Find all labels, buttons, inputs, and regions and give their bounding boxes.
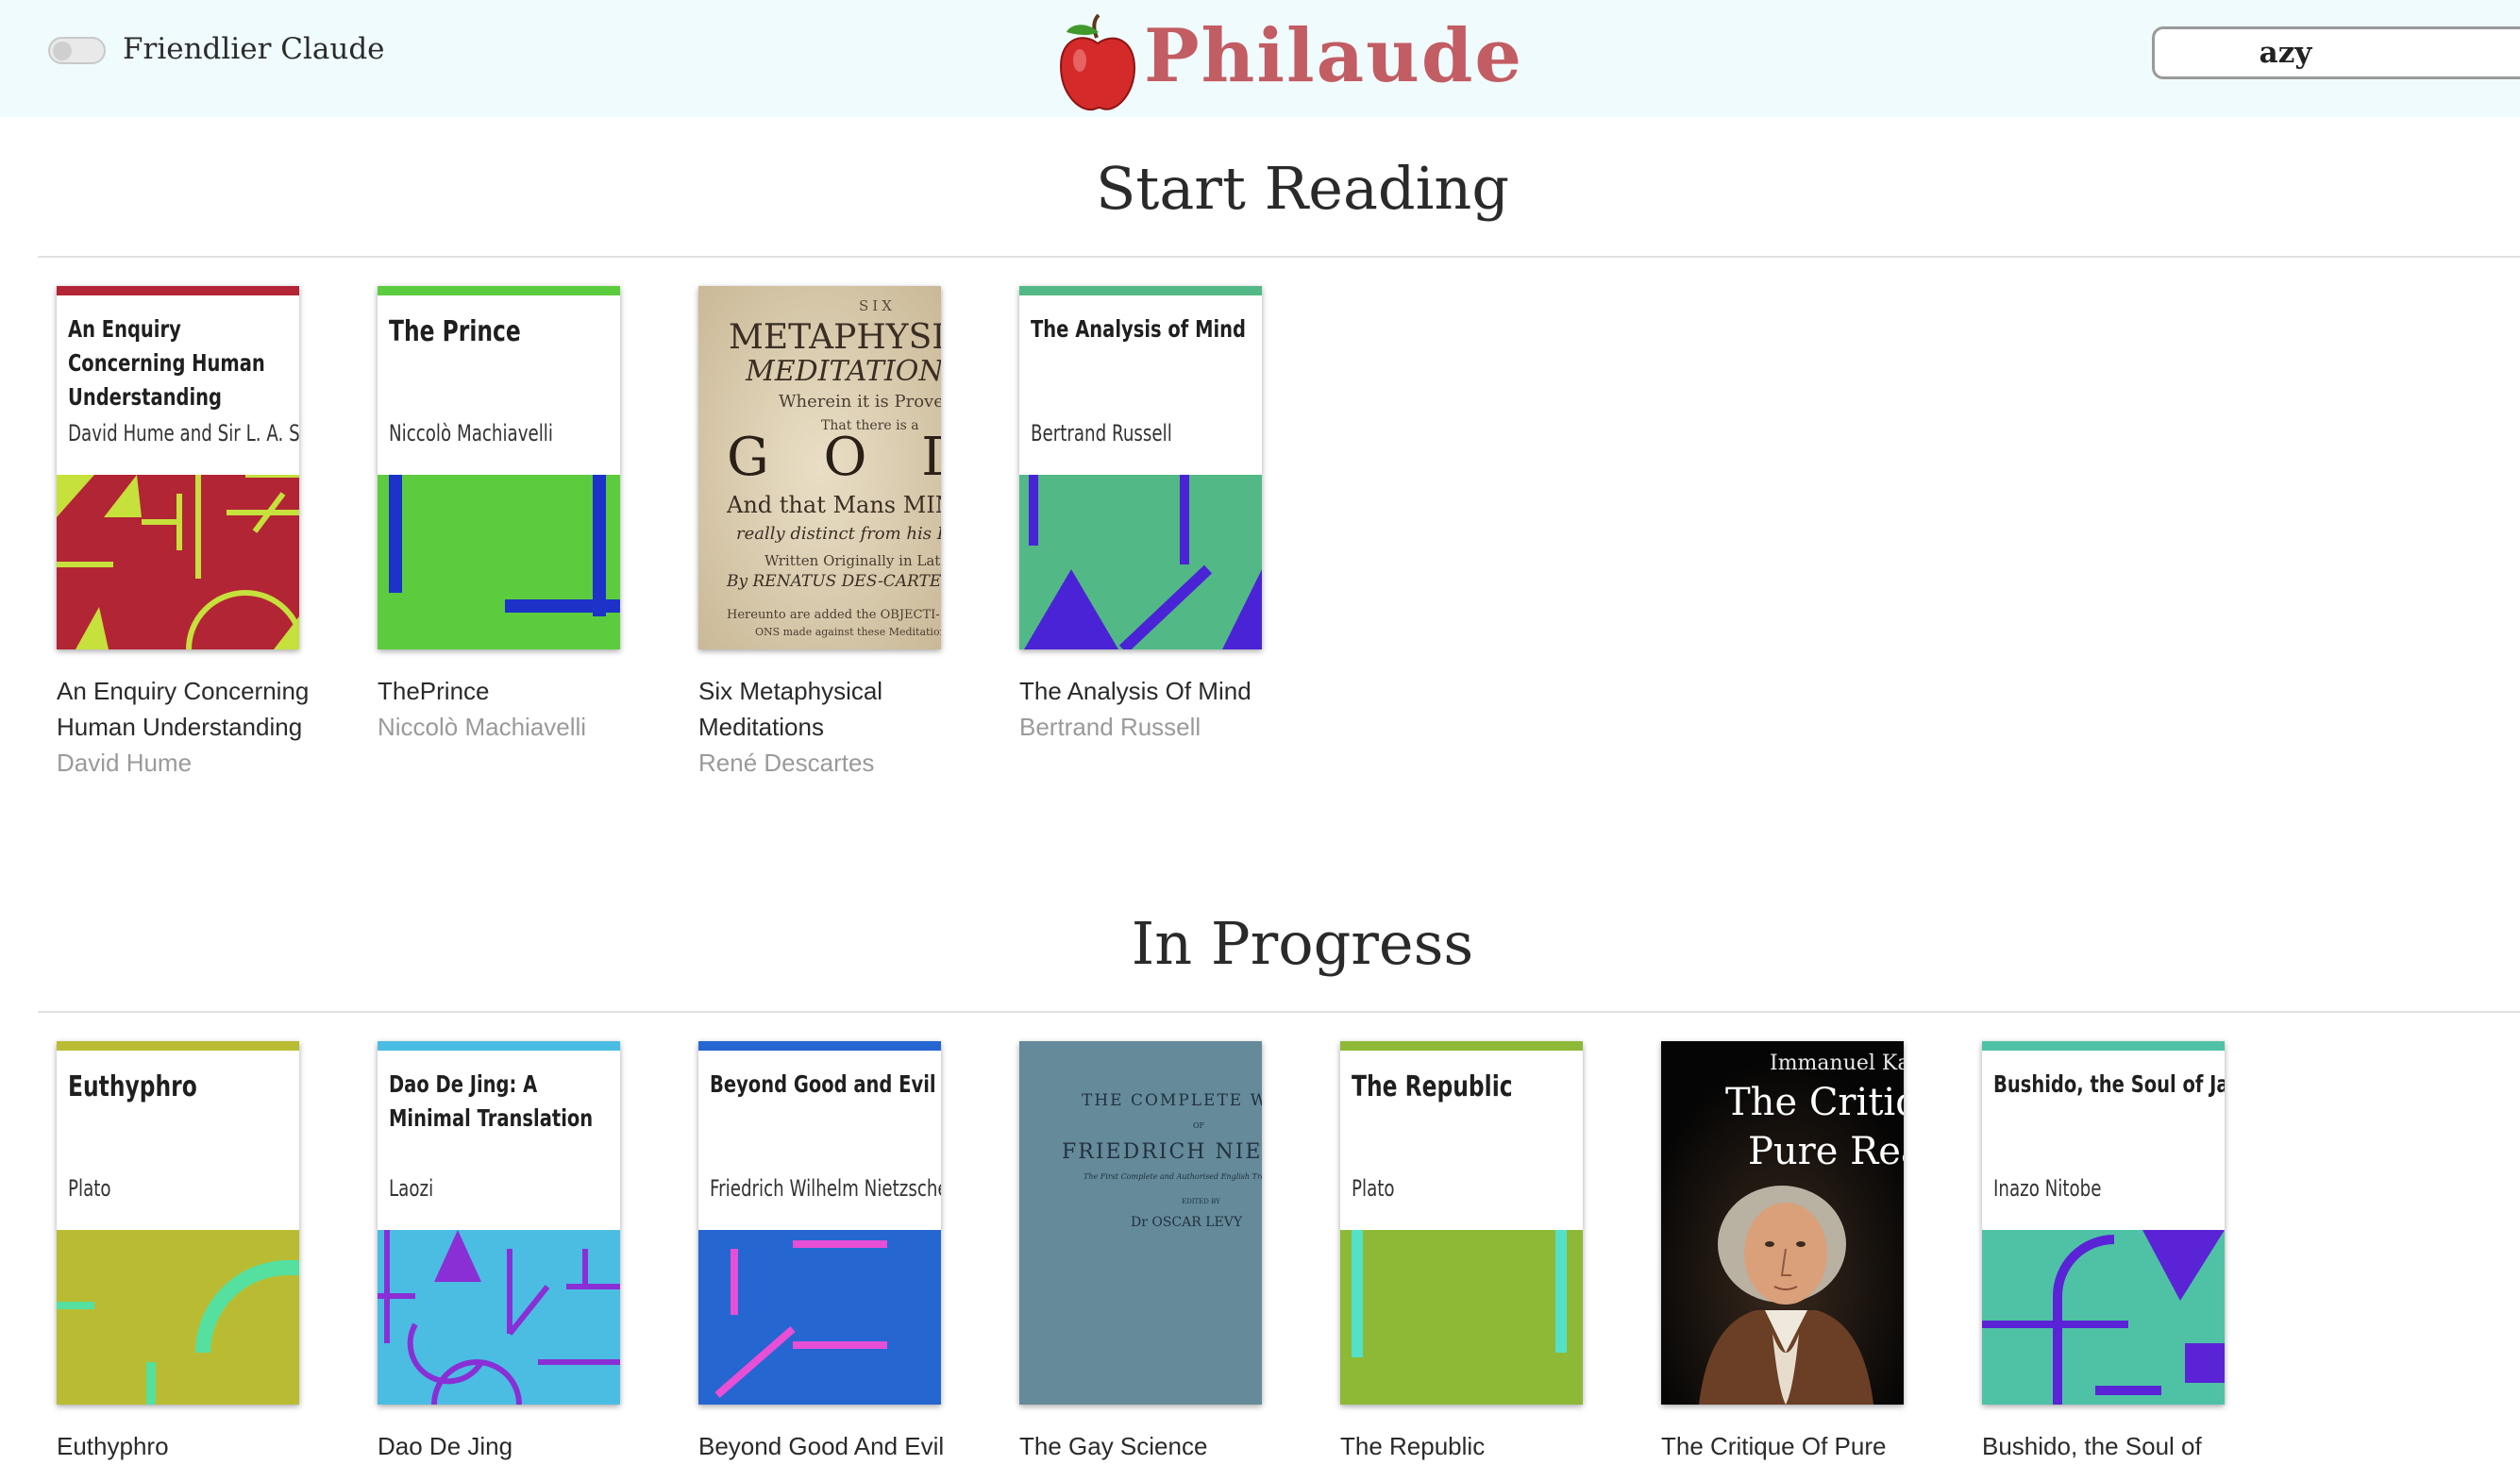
cover-line: Pure Reason (1748, 1130, 1904, 1173)
book-title[interactable]: The Critique Of Pure (1661, 1428, 1935, 1464)
cover-scan: THE COMPLETE WORKS OF FRIEDRICH NIETZSCH… (1019, 1041, 1262, 1405)
book-title[interactable]: Bushido, the Soul of (1982, 1428, 2256, 1464)
cover-line: Hereunto are added the OBJECTI- (727, 608, 940, 622)
cover-line: THE COMPLETE WORKS (1082, 1091, 1262, 1110)
cover-title: An Enquiry Concerning Human Understandin… (68, 315, 265, 411)
book-cover[interactable]: The Analysis of Mind Bertrand Russell (1019, 286, 1262, 649)
cover-line: METAPHYSICAL (729, 318, 941, 357)
cover-author: Friedrich Wilhelm Nietzsche (710, 1175, 941, 1202)
book-title[interactable]: The Republic (1340, 1428, 1614, 1464)
book-cover[interactable]: An Enquiry Concerning Human Understandin… (57, 286, 299, 649)
cover-line: G O D (727, 427, 941, 488)
cover-line: Immanuel Kant (1770, 1052, 1904, 1075)
cover-pattern (57, 1230, 299, 1405)
cover-pattern (378, 475, 620, 649)
toggle-label: Friendlier Claude (123, 32, 385, 66)
cover-title: The Analysis of Mind (1031, 315, 1247, 343)
cover-pattern (1019, 475, 1262, 649)
cover-title: Dao De Jing: A Minimal Translation (389, 1070, 594, 1132)
cover-scan: SIX METAPHYSICAL MEDITATIONS Wherein it … (698, 286, 941, 649)
book-cover[interactable]: Bushido, the Soul of Japan Inazo Nitobe (1982, 1041, 2225, 1405)
section-title-start-reading: Start Reading (1095, 154, 1510, 223)
cover-title: Beyond Good and Evil (710, 1070, 936, 1098)
book-cover[interactable]: Euthyphro Plato (57, 1041, 299, 1405)
cover-line: ONS made against these Meditations (755, 626, 941, 638)
search-input[interactable]: azy (2152, 26, 2520, 79)
cover-author: Laozi (389, 1175, 434, 1202)
book-title[interactable]: The Analysis Of Mind (1019, 673, 1293, 709)
section-divider (38, 1011, 2520, 1013)
cover-author: Inazo Nitobe (1993, 1175, 2102, 1202)
cover-line: The Critique of (1725, 1081, 1904, 1124)
book-title[interactable]: Euthyphro (57, 1428, 330, 1464)
cover-portrait: Immanuel Kant The Critique of Pure Reaso… (1661, 1041, 1904, 1405)
cover-title: Bushido, the Soul of Japan (1993, 1070, 2225, 1098)
book-cover[interactable]: Immanuel Kant The Critique of Pure Reaso… (1661, 1041, 1904, 1405)
cover-title: Euthyphro (68, 1070, 197, 1103)
cover-author: Niccolò Machiavelli (389, 420, 553, 446)
cover-line: MEDITATIONS (745, 355, 941, 388)
cover-line: By RENATUS DES-CARTES (726, 572, 941, 591)
logo-text: Philaude (1144, 13, 1524, 99)
cover-title: The Prince (389, 315, 521, 348)
book-title[interactable]: Six Metaphysical Meditations (698, 673, 916, 745)
book-title[interactable]: The Gay Science (1019, 1428, 1293, 1464)
cover-line: OF (1193, 1121, 1205, 1130)
book-author: Bertrand Russell (1019, 713, 1201, 741)
cover-pattern (1982, 1230, 2225, 1405)
toggle-knob (53, 42, 72, 60)
cover-line: The First Complete and Authorised Englis… (1084, 1172, 1262, 1181)
book-author: René Descartes (698, 749, 875, 777)
cover-pattern (1340, 1230, 1583, 1405)
cover-line: Dr OSCAR LEVY (1131, 1215, 1243, 1230)
section-title-in-progress: In Progress (1131, 909, 1474, 978)
cover-pattern (57, 475, 299, 649)
cover-pattern (698, 1230, 941, 1405)
book-cover[interactable]: The Republic Plato (1340, 1041, 1583, 1405)
book-cover[interactable]: THE COMPLETE WORKS OF FRIEDRICH NIETZSCH… (1019, 1041, 1262, 1405)
cover-author: Plato (68, 1175, 111, 1202)
cover-line: And that Mans MIND (726, 492, 941, 518)
book-author: Niccolò Machiavelli (378, 713, 587, 741)
cover-line: FRIEDRICH NIETZSCHE (1062, 1140, 1262, 1164)
cover-line: really distinct from his Body (736, 524, 941, 544)
section-divider (38, 256, 2520, 258)
book-cover[interactable]: SIX METAPHYSICAL MEDITATIONS Wherein it … (698, 286, 941, 649)
apple-icon (1059, 13, 1136, 111)
cover-line: SIX (859, 297, 896, 314)
cover-pattern (378, 1230, 620, 1405)
book-title[interactable]: ThePrince (378, 673, 651, 709)
friendlier-claude-toggle[interactable] (48, 37, 106, 64)
top-bar: Friendlier Claude Philaude azy (0, 0, 2520, 117)
cover-line: Wherein it is Proved (779, 392, 941, 412)
cover-author: Plato (1352, 1175, 1395, 1202)
book-title[interactable]: Dao De Jing (378, 1428, 651, 1464)
book-title[interactable]: Beyond Good And Evil (698, 1428, 972, 1464)
book-cover[interactable]: Beyond Good and Evil Friedrich Wilhelm N… (698, 1041, 941, 1405)
book-cover[interactable]: Dao De Jing: A Minimal Translation Laozi (378, 1041, 620, 1405)
cover-author: David Hume and Sir L. A. Selby-Bigge (68, 420, 299, 446)
book-title[interactable]: An Enquiry Concerning Human Understandin… (57, 673, 330, 745)
book-cover[interactable]: The Prince Niccolò Machiavelli (378, 286, 620, 649)
cover-title: The Republic (1352, 1070, 1513, 1103)
cover-author: Bertrand Russell (1031, 420, 1172, 446)
app-logo[interactable]: Philaude (1055, 11, 1523, 115)
book-author: David Hume (57, 749, 193, 777)
cover-line: EDITED BY (1182, 1198, 1220, 1205)
cover-line: Written Originally in Latin (764, 552, 941, 569)
